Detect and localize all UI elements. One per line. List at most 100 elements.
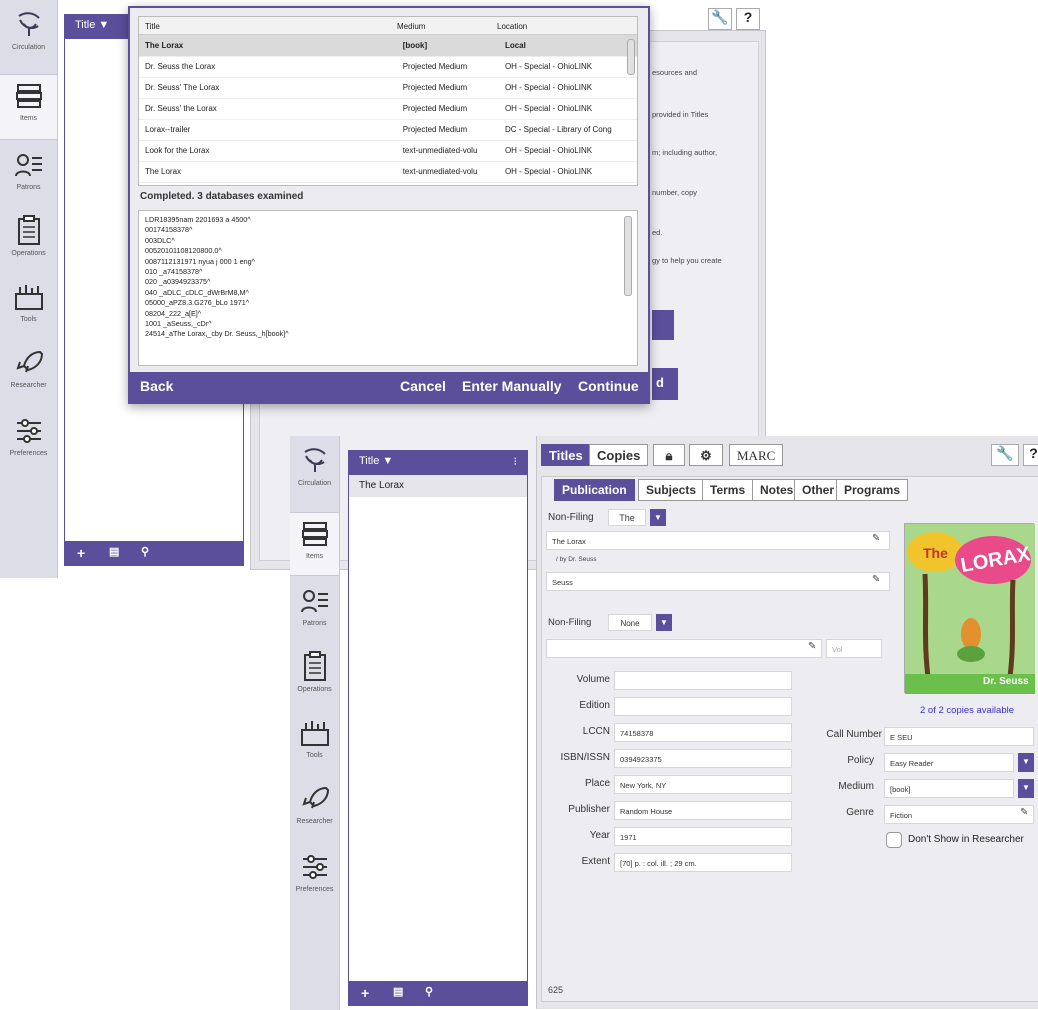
nav-circulation[interactable]: Circulation — [0, 10, 57, 51]
volume-input[interactable]: Vol — [826, 639, 882, 658]
pencil-icon[interactable]: ✎ — [1020, 807, 1028, 818]
subtab-programs[interactable]: Programs — [836, 479, 909, 501]
nav-label: Circulation — [11, 44, 46, 51]
nav-patrons[interactable]: Patrons — [290, 586, 339, 627]
nav-tools[interactable]: Tools — [290, 718, 339, 759]
table-row[interactable]: Dr. Seuss the Lorax Projected Medium OH - … — [139, 56, 637, 78]
pencil-icon[interactable]: ✎ — [872, 533, 880, 544]
document-icon[interactable]: ▤ — [109, 545, 119, 558]
table-row[interactable]: Lorax--trailer Projected Medium DC - Speci… — [139, 119, 637, 141]
chevron-down-icon[interactable]: ▼ — [1018, 779, 1034, 798]
field-input[interactable]: 74158378 — [614, 723, 792, 742]
help-icon[interactable]: ? — [1023, 444, 1038, 466]
chevron-down-icon[interactable]: ▼ — [1018, 753, 1034, 772]
nav-preferences[interactable]: Preferences — [0, 416, 57, 457]
marc-line: 0087112131971 nyua j 000 1 eng^ — [145, 256, 255, 266]
pencil-icon[interactable]: ✎ — [872, 574, 880, 585]
nav-preferences[interactable]: Preferences — [290, 852, 339, 893]
list-header[interactable]: Title ▼ ⁝ — [349, 451, 527, 475]
tab-marc[interactable]: MARC — [729, 444, 784, 466]
field-label: Year — [589, 830, 610, 841]
copies-available[interactable]: 2 of 2 copies available — [920, 705, 1014, 716]
tab-copies[interactable]: Copies — [589, 444, 649, 466]
document-icon[interactable]: ▤ — [393, 985, 403, 998]
enter-manually-button[interactable]: Enter Manually — [462, 378, 562, 394]
back-sidebar: Circulation Items Patrons Operations Too… — [0, 0, 58, 578]
marc-line: 040 _aDLC_cDLC_dWrBrM8,M^ — [145, 287, 249, 297]
subtab-terms[interactable]: Terms — [702, 479, 754, 501]
call-number-field[interactable]: E SEU — [884, 727, 1034, 746]
field-input[interactable]: Random House — [614, 801, 792, 820]
column-medium[interactable]: Medium — [397, 22, 425, 31]
scrollbar[interactable] — [627, 39, 635, 75]
help-icon[interactable]: ? — [736, 8, 760, 30]
genre-field[interactable]: Fiction — [884, 805, 1034, 824]
search-icon[interactable]: ⚲ — [141, 545, 149, 558]
table-row[interactable]: Dr. Seuss' the Lorax Projected Medium OH -… — [139, 98, 637, 120]
wrench-icon[interactable]: 🔧 — [991, 444, 1019, 466]
nonfiling-select[interactable]: The — [608, 509, 646, 526]
medium-select[interactable]: [book] — [884, 779, 1014, 798]
table-row[interactable]: Dr. Seuss' The Lorax Projected Medium OH -… — [139, 77, 637, 99]
help-text: ed. — [652, 228, 663, 237]
table-row[interactable]: The Lorax text-unmediated-volu OH - Specia… — [139, 161, 637, 183]
dont-show-checkbox[interactable] — [886, 832, 902, 848]
search-results-dialog: Title Medium Location The Lorax [book] Loc… — [128, 6, 650, 404]
list-item[interactable]: The Lorax — [349, 475, 527, 497]
publication-panel: Publication Subjects Terms Notes Other Progra… — [541, 476, 1038, 1002]
search-icon[interactable]: ⚲ — [425, 985, 433, 998]
tab-titles[interactable]: Titles — [541, 444, 591, 466]
more-icon[interactable]: ⁝ — [514, 455, 518, 468]
scrollbar[interactable] — [624, 216, 632, 296]
nav-items[interactable]: Items — [290, 512, 339, 576]
nav-circulation[interactable]: Circulation — [290, 446, 339, 487]
gear-icon[interactable]: ⚙ — [689, 444, 723, 466]
chevron-down-icon[interactable]: ▼ — [650, 509, 666, 526]
continue-button[interactable]: Continue — [578, 378, 639, 394]
chevron-down-icon[interactable]: ▼ — [656, 614, 672, 631]
field-input[interactable]: New York, NY — [614, 775, 792, 794]
author-field[interactable]: Seuss — [546, 572, 890, 591]
help-button[interactable]: d — [652, 368, 678, 400]
marc-record-view[interactable]: LDR18395nam 2201693 a 4500^ 00174158378^ 0… — [138, 210, 638, 366]
help-text: number, copy — [652, 188, 698, 197]
nav-operations[interactable]: Operations — [0, 214, 57, 257]
nav-items[interactable]: Items — [0, 74, 57, 140]
lock-icon[interactable]: 🔒︎ — [653, 444, 685, 466]
field-label: Extent — [581, 856, 610, 867]
add-icon[interactable]: + — [77, 545, 85, 561]
field-input[interactable] — [614, 697, 792, 716]
table-cell-location: OH - Special - OhioLINK — [498, 56, 637, 78]
series-field[interactable] — [546, 639, 822, 658]
field-input[interactable] — [614, 671, 792, 690]
title-field[interactable]: The Lorax — [546, 531, 890, 550]
nav-researcher[interactable]: Researcher — [290, 784, 339, 825]
nav-tools[interactable]: Tools — [0, 282, 57, 323]
field-input[interactable]: [70] p. : col. ill. ; 29 cm. — [614, 853, 792, 872]
wrench-icon[interactable]: 🔧 — [708, 8, 732, 30]
column-title[interactable]: Title — [145, 22, 160, 31]
column-location[interactable]: Location — [497, 22, 527, 31]
nav-operations[interactable]: Operations — [290, 650, 339, 693]
cancel-button[interactable]: Cancel — [400, 378, 446, 394]
table-row[interactable]: Look for the Lorax text-unmediated-volu OH… — [139, 140, 637, 162]
subtab-other[interactable]: Other — [794, 479, 843, 501]
dont-show-label: Don't Show in Researcher — [908, 834, 1024, 845]
help-button[interactable] — [652, 310, 674, 340]
table-cell-medium: Projected Medium — [396, 56, 499, 78]
nonfiling-select[interactable]: None — [608, 614, 652, 631]
table-row[interactable]: The Lorax [book] Local — [139, 35, 637, 57]
nav-patrons[interactable]: Patrons — [0, 150, 57, 191]
list-header-label: Title ▼ — [359, 455, 394, 467]
nav-label: Operations — [11, 250, 46, 257]
back-button[interactable]: Back — [140, 378, 173, 394]
policy-select[interactable]: Easy Reader — [884, 753, 1014, 772]
subtab-publication[interactable]: Publication — [554, 479, 635, 501]
field-input[interactable]: 0394923375 — [614, 749, 792, 768]
subtab-subjects[interactable]: Subjects — [638, 479, 705, 501]
nav-researcher[interactable]: Researcher — [0, 348, 57, 389]
list-footer: + ▤ ⚲ — [65, 541, 243, 565]
field-input[interactable]: 1971 — [614, 827, 792, 846]
add-icon[interactable]: + — [361, 985, 369, 1001]
pencil-icon[interactable]: ✎ — [808, 641, 816, 652]
